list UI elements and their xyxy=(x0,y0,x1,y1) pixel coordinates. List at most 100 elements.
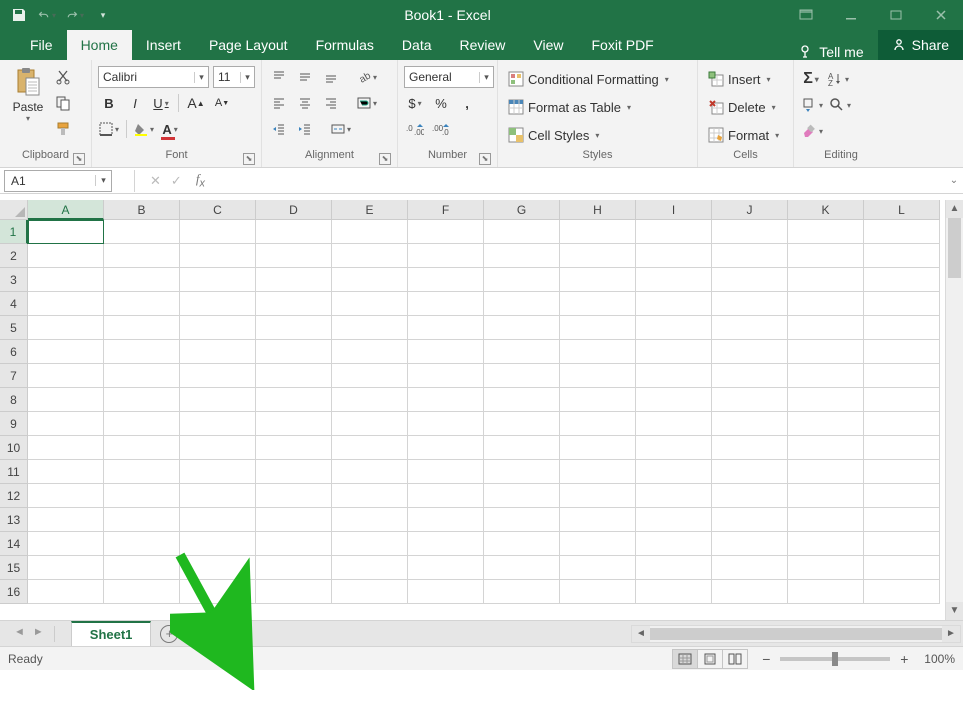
decrease-decimal-icon[interactable]: .00.0 xyxy=(430,118,452,140)
cell[interactable] xyxy=(256,460,332,484)
format-painter-icon[interactable] xyxy=(52,118,74,140)
cell[interactable] xyxy=(560,340,636,364)
cell[interactable] xyxy=(256,220,332,244)
cell[interactable] xyxy=(28,388,104,412)
cell[interactable] xyxy=(560,484,636,508)
cell[interactable] xyxy=(864,364,940,388)
format-cells-button[interactable]: Format xyxy=(704,124,783,146)
cell[interactable] xyxy=(712,508,788,532)
cell[interactable] xyxy=(788,220,864,244)
row-header[interactable]: 14 xyxy=(0,532,28,556)
cell[interactable] xyxy=(104,484,180,508)
font-size-combo[interactable]: 11▾ xyxy=(213,66,255,88)
normal-view-icon[interactable] xyxy=(672,649,698,669)
bold-button[interactable]: B xyxy=(98,92,120,114)
select-all-corner[interactable] xyxy=(0,200,28,220)
cell[interactable] xyxy=(180,532,256,556)
cell[interactable] xyxy=(712,268,788,292)
row-header[interactable]: 2 xyxy=(0,244,28,268)
row-header[interactable]: 11 xyxy=(0,460,28,484)
cell[interactable] xyxy=(408,556,484,580)
cell[interactable] xyxy=(560,508,636,532)
cell[interactable] xyxy=(636,436,712,460)
cancel-formula-icon[interactable]: ✕ xyxy=(150,173,161,189)
minimize-icon[interactable] xyxy=(828,0,873,30)
cell[interactable] xyxy=(180,484,256,508)
percent-format-icon[interactable]: % xyxy=(430,92,452,114)
cell[interactable] xyxy=(484,268,560,292)
cell[interactable] xyxy=(864,556,940,580)
close-icon[interactable] xyxy=(918,0,963,30)
cell[interactable] xyxy=(180,508,256,532)
cell[interactable] xyxy=(484,388,560,412)
enter-formula-icon[interactable]: ✓ xyxy=(171,173,182,189)
maximize-icon[interactable] xyxy=(873,0,918,30)
row-header[interactable]: 12 xyxy=(0,484,28,508)
font-name-combo[interactable]: Calibri▾ xyxy=(98,66,209,88)
cell[interactable] xyxy=(484,340,560,364)
scroll-down-icon[interactable]: ▼ xyxy=(946,602,963,620)
cell[interactable] xyxy=(256,436,332,460)
undo-icon[interactable] xyxy=(38,6,56,24)
cell[interactable] xyxy=(712,556,788,580)
cell[interactable] xyxy=(256,412,332,436)
cell[interactable] xyxy=(180,436,256,460)
align-right-icon[interactable] xyxy=(320,92,342,114)
alignment-launcher-icon[interactable]: ⬊ xyxy=(379,153,391,165)
cell[interactable] xyxy=(636,484,712,508)
cell[interactable] xyxy=(28,436,104,460)
row-header[interactable]: 13 xyxy=(0,508,28,532)
tab-review[interactable]: Review xyxy=(446,30,520,60)
cell[interactable] xyxy=(332,484,408,508)
cell[interactable] xyxy=(636,244,712,268)
cell[interactable] xyxy=(788,556,864,580)
cell[interactable] xyxy=(180,460,256,484)
fill-icon[interactable] xyxy=(800,94,824,116)
row-header[interactable]: 10 xyxy=(0,436,28,460)
scroll-left-icon[interactable]: ◄ xyxy=(632,626,650,642)
cell[interactable] xyxy=(712,388,788,412)
cell[interactable] xyxy=(560,364,636,388)
row-header[interactable]: 15 xyxy=(0,556,28,580)
cell[interactable] xyxy=(864,436,940,460)
cell[interactable] xyxy=(332,508,408,532)
cell[interactable] xyxy=(408,412,484,436)
cell[interactable] xyxy=(332,244,408,268)
cell[interactable] xyxy=(28,340,104,364)
horizontal-scrollbar[interactable]: ◄ ► xyxy=(631,625,961,643)
cell[interactable] xyxy=(28,364,104,388)
cell[interactable] xyxy=(864,244,940,268)
column-header[interactable]: D xyxy=(256,200,332,220)
paste-button[interactable]: Paste ▾ xyxy=(6,64,50,123)
cell[interactable] xyxy=(332,316,408,340)
copy-icon[interactable] xyxy=(52,92,74,114)
cell[interactable] xyxy=(636,556,712,580)
cell[interactable] xyxy=(864,340,940,364)
cell[interactable] xyxy=(560,292,636,316)
cell[interactable] xyxy=(408,244,484,268)
cell[interactable] xyxy=(484,364,560,388)
decrease-indent-icon[interactable] xyxy=(268,118,290,140)
cell[interactable] xyxy=(332,532,408,556)
hscroll-thumb[interactable] xyxy=(650,628,942,640)
merge-center-icon[interactable] xyxy=(330,118,352,140)
cell[interactable] xyxy=(712,460,788,484)
cell[interactable] xyxy=(28,508,104,532)
tell-me-search[interactable]: Tell me xyxy=(785,44,877,60)
row-header[interactable]: 5 xyxy=(0,316,28,340)
cell[interactable] xyxy=(484,556,560,580)
cell[interactable] xyxy=(28,460,104,484)
tab-data[interactable]: Data xyxy=(388,30,446,60)
cell[interactable] xyxy=(788,532,864,556)
cell[interactable] xyxy=(788,244,864,268)
cell[interactable] xyxy=(788,292,864,316)
cell[interactable] xyxy=(180,220,256,244)
cell[interactable] xyxy=(408,268,484,292)
row-header[interactable]: 16 xyxy=(0,580,28,604)
cell[interactable] xyxy=(788,436,864,460)
cell[interactable] xyxy=(484,580,560,604)
cell-styles-button[interactable]: Cell Styles xyxy=(504,124,673,146)
cell[interactable] xyxy=(636,364,712,388)
grow-font-icon[interactable]: A▲ xyxy=(185,92,207,114)
cell[interactable] xyxy=(28,412,104,436)
